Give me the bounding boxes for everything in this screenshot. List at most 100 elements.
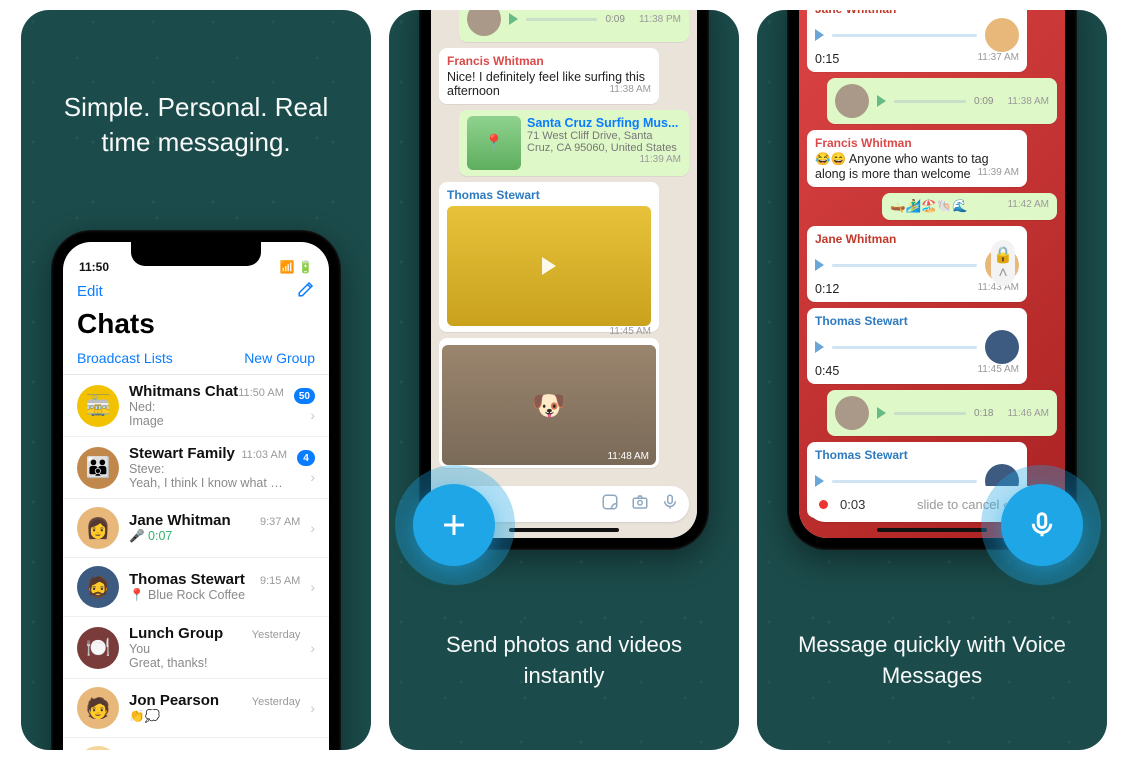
phone-screen: Jane Whitman 0:15 11:37 AM [799,10,1065,538]
avatar [835,396,869,430]
home-indicator [877,528,987,532]
voice-duration: 0:18 [974,408,993,419]
voice-track[interactable] [832,346,977,349]
chat-row[interactable]: 🍽️ Lunch Group Yesterday You Great, than… [63,617,329,679]
camera-icon[interactable] [631,493,649,516]
mic-icon [1027,510,1057,540]
text-message-in[interactable]: Francis Whitman 😂😄 Anyone who wants to t… [807,130,1027,187]
chat-time: 11:03 AM [241,449,287,461]
play-icon[interactable] [509,13,518,25]
message-list[interactable]: 0:09 11:38 PM Francis Whitman Nice! I de… [431,10,697,538]
chat-time: Yesterday [252,696,301,708]
photo-thumbnail[interactable]: 🐶 [442,345,656,465]
play-icon[interactable] [877,407,886,419]
sender-name: Francis Whitman [447,54,651,68]
chevron-right-icon: › [310,640,315,656]
voice-duration: 0:15 [815,52,839,66]
promo-panel-chats: Simple. Personal. Real time messaging. 1… [21,10,371,750]
sender-name: Jane Whitman [815,232,1019,246]
emoji-message-out[interactable]: 🛶🏄‍♂️🏖️🐚🌊 11:42 AM [882,193,1057,220]
message-time: 11:42 AM [1007,199,1049,210]
new-group-link[interactable]: New Group [244,350,315,366]
chevron-right-icon: › [310,407,315,423]
chevron-right-icon: › [310,520,315,536]
status-time: 11:50 [79,260,109,274]
voice-message-out[interactable]: 0:18 11:46 AM [827,390,1057,436]
chat-row[interactable]: 🧔 Thomas Stewart 9:15 AM 📍 Blue Rock Cof… [63,558,329,617]
chevron-right-icon: › [310,469,315,485]
sticker-icon[interactable] [601,493,619,516]
voice-track[interactable] [832,264,977,267]
chevron-right-icon: › [310,579,315,595]
voice-message-out[interactable]: 0:09 11:38 PM [459,10,689,42]
chat-row[interactable]: 👪 Stewart Family 11:03 AM Steve: Yeah, I… [63,437,329,499]
chat-preview: Image [129,414,164,428]
message-time: 11:38 AM [609,84,651,95]
chat-time: 9:37 AM [260,516,300,528]
message-text: 🛶🏄‍♂️🏖️🐚🌊 [890,199,968,213]
video-message-in[interactable]: Thomas Stewart 11:45 AM [439,182,659,332]
message-time: 11:46 AM [1007,408,1049,419]
chat-list[interactable]: 🚋 Whitmans Chat 11:50 AM Ned: Image 50 › [63,375,329,750]
voice-track[interactable] [894,412,966,415]
voice-duration: 0:45 [815,364,839,378]
edit-button[interactable]: Edit [77,283,103,300]
promo-panel-voice: Jane Whitman 0:15 11:37 AM [757,10,1107,750]
voice-track[interactable] [832,34,977,37]
message-time: 11:37 AM [977,52,1019,63]
play-icon[interactable] [542,257,556,275]
photo-message-in[interactable]: 🐶 11:48 AM [439,338,659,468]
avatar [835,84,869,118]
voice-lock-pill[interactable]: 🔒 ˄ [991,240,1015,286]
chat-name: Stewart Family [129,445,235,462]
attach-fab[interactable] [413,484,495,566]
chat-name: Thomas Stewart [129,571,245,588]
chat-row[interactable]: 🧑 Jon Pearson Yesterday 👏💭 › [63,679,329,738]
voice-duration: 0:09 [605,14,624,25]
chat-row[interactable]: 👧 Alice Friday 😊😍😘 › [63,738,329,750]
video-thumbnail[interactable] [447,206,651,326]
avatar: 🧑 [77,687,119,729]
voice-message-in[interactable]: Jane Whitman 0:15 11:37 AM [807,10,1027,72]
voice-track[interactable] [526,18,597,21]
message-time: 11:39 AM [639,154,681,165]
phone-screen: 0:09 11:38 PM Francis Whitman Nice! I de… [431,10,697,538]
play-icon[interactable] [877,95,886,107]
avatar: 👪 [77,447,119,489]
text-message-in[interactable]: Francis Whitman Nice! I definitely feel … [439,48,659,104]
promo-panel-media: 0:09 11:38 PM Francis Whitman Nice! I de… [389,10,739,750]
nav-row: Edit [63,276,329,308]
caption-text: Send photos and videos instantly [389,630,739,692]
phone-notch [131,242,261,266]
play-icon[interactable] [815,341,824,353]
mic-icon[interactable] [661,493,679,516]
chevron-right-icon: › [310,700,315,716]
message-list[interactable]: Jane Whitman 0:15 11:37 AM [799,10,1065,538]
avatar: 👩 [77,507,119,549]
message-time: 11:39 AM [977,167,1019,178]
avatar [985,330,1019,364]
compose-icon[interactable] [297,280,315,302]
voice-record-fab[interactable] [1001,484,1083,566]
voice-message-out[interactable]: 0:09 11:38 AM [827,78,1057,124]
voice-track[interactable] [894,100,966,103]
sender-name: Thomas Stewart [815,448,1019,462]
voice-track[interactable] [832,480,977,483]
sender-name: Francis Whitman [815,136,1019,150]
chat-row[interactable]: 👩 Jane Whitman 9:37 AM 🎤 0:07 › [63,499,329,558]
play-icon[interactable] [815,29,824,41]
avatar: 🍽️ [77,627,119,669]
chat-name: Whitmans Chat [129,383,238,400]
chat-sender: Ned: [129,400,155,414]
broadcast-lists-link[interactable]: Broadcast Lists [77,350,173,366]
sender-name: Thomas Stewart [815,314,1019,328]
play-icon[interactable] [815,259,824,271]
lock-icon: 🔒 [993,245,1013,265]
chat-preview: Great, thanks! [129,656,208,670]
sender-name: Thomas Stewart [447,188,651,202]
chevron-up-icon: ˄ [998,265,1007,283]
chat-row[interactable]: 🚋 Whitmans Chat 11:50 AM Ned: Image 50 › [63,375,329,437]
phone-screen: 11:50 📶 🔋 Edit Chats Broadcast Lists New… [63,242,329,750]
voice-message-in[interactable]: Thomas Stewart 0:45 11:45 AM [807,308,1027,384]
location-message-out[interactable]: 📍 Santa Cruz Surfing Mus... 71 West Clif… [459,110,689,176]
